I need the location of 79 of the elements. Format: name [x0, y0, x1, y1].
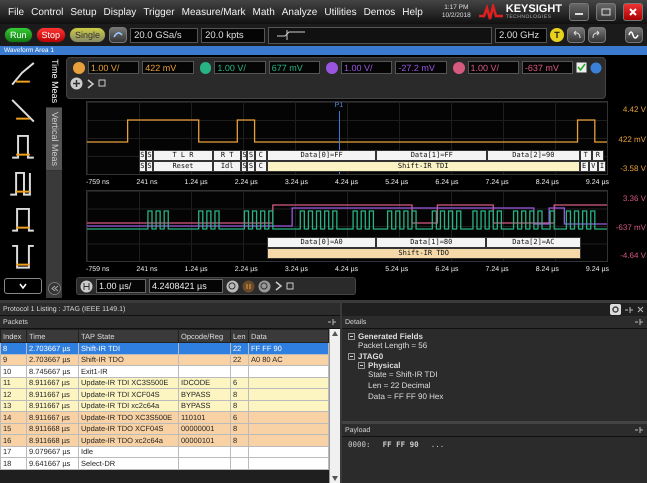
side-tab[interactable]: Vertical Meas: [46, 108, 62, 172]
channel-scale-field[interactable]: 1.00 V/: [214, 61, 266, 74]
single-button[interactable]: Single: [69, 27, 106, 43]
double-chevron-icon: [50, 285, 58, 292]
menu-item[interactable]: Math: [252, 6, 275, 18]
channel-dot[interactable]: [326, 62, 338, 74]
tree-item[interactable]: State = Shift-IR TDI: [368, 370, 438, 379]
channel-scale-field[interactable]: 1.00 V/: [88, 61, 140, 74]
chevron-right-icon[interactable]: [86, 78, 95, 88]
stop-button[interactable]: Stop: [36, 27, 66, 43]
axis-label: -637 mV: [616, 222, 646, 232]
trigger-field[interactable]: [268, 26, 492, 44]
menu-item[interactable]: Measure/Mark: [182, 6, 246, 18]
axis-label: 422 mV: [618, 134, 646, 144]
axis-label: -3.58 V: [620, 164, 646, 173]
memory-depth-field: 20.0 kpts: [201, 28, 266, 42]
window-icon[interactable]: [98, 79, 107, 88]
pause-icon[interactable]: [242, 280, 255, 292]
menu-item[interactable]: Control: [31, 6, 64, 18]
tree-item[interactable]: Generated Fields: [358, 332, 423, 341]
logo-wave-icon: [478, 4, 504, 20]
menu-item[interactable]: Help: [402, 6, 423, 18]
sample-rate-field: 20.0 GSa/s: [130, 28, 198, 42]
auto-scale-button[interactable]: [109, 27, 128, 43]
waveform-icon: [628, 29, 640, 41]
close-icon[interactable]: [637, 306, 644, 313]
trigger-badge[interactable]: T: [550, 28, 564, 42]
logo-name: KEYSIGHT: [506, 4, 562, 15]
bandwidth-field: 2.00 GHz: [495, 28, 547, 42]
trigger-edge-icon: [277, 30, 308, 40]
channel-dot[interactable]: [200, 62, 212, 74]
menu-item[interactable]: Trigger: [143, 6, 175, 18]
tree-item[interactable]: Packet Length = 56: [358, 341, 428, 350]
axis-label: 4.42 V: [622, 105, 646, 114]
scroll-up-icon[interactable]: [332, 331, 338, 336]
tree-item[interactable]: Len = 22 Decimal: [368, 381, 430, 390]
close-icon: [628, 7, 638, 17]
menu-item[interactable]: Display: [104, 6, 136, 18]
channel-dot[interactable]: [452, 62, 465, 74]
waveform-button[interactable]: [625, 27, 643, 43]
menu-item[interactable]: Setup: [70, 6, 97, 18]
tree-item[interactable]: Data = FF FF 90 Hex: [368, 392, 444, 401]
circle-icon[interactable]: [590, 62, 602, 74]
channel-scale-field[interactable]: 1.00 V/: [468, 61, 519, 74]
channel-offset-field[interactable]: -27.2 mV: [395, 61, 447, 74]
menu-item[interactable]: Analyze: [282, 6, 318, 18]
maximize-icon: [601, 8, 611, 16]
menu-item[interactable]: Demos: [364, 6, 396, 18]
time-position-field[interactable]: 4.2408421 µs: [149, 279, 223, 293]
checkbox-icon[interactable]: [576, 62, 588, 73]
redo-button[interactable]: [588, 27, 606, 43]
scroll-down-icon[interactable]: [332, 476, 338, 481]
menu-item[interactable]: Utilities: [324, 6, 357, 18]
collapse-icon[interactable]: [348, 333, 355, 340]
more-button[interactable]: [4, 278, 42, 294]
channel-offset-field[interactable]: 422 mV: [142, 61, 194, 74]
collapse-button[interactable]: [48, 282, 60, 295]
horizontal-icon[interactable]: [80, 280, 93, 292]
channel-scale-field[interactable]: 1.00 V/: [340, 61, 392, 74]
collapse-icon[interactable]: [348, 353, 355, 360]
axis-label: 3.36 V: [622, 194, 646, 203]
chevron-down-icon: [19, 283, 27, 290]
channel-offset-field[interactable]: 677 mV: [268, 61, 320, 74]
maximize-button[interactable]: [596, 3, 616, 21]
time-scale-field[interactable]: 1.00 µs/: [96, 279, 146, 293]
tree-item[interactable]: Physical: [368, 361, 400, 370]
add-icon[interactable]: [70, 77, 83, 90]
side-tab[interactable]: Time Meas: [46, 55, 62, 108]
window-icon[interactable]: [286, 282, 295, 290]
undo-button[interactable]: [567, 27, 585, 43]
collapse-icon[interactable]: [358, 362, 365, 369]
channel-dot[interactable]: [73, 62, 85, 74]
tree-item[interactable]: JTAG0: [358, 352, 384, 361]
minimize-button[interactable]: [569, 3, 589, 21]
close-button[interactable]: [623, 3, 643, 21]
axis-label: -4.64 V: [620, 251, 646, 260]
chevron-right-icon[interactable]: [274, 281, 283, 291]
channel-offset-field[interactable]: -637 mV: [522, 61, 574, 74]
menu-item[interactable]: File: [8, 6, 24, 18]
